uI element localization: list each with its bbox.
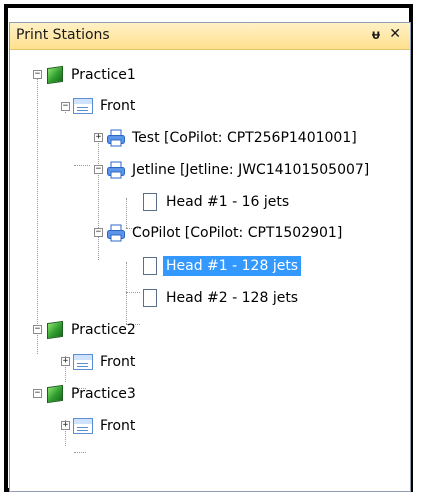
node-label: Front	[100, 418, 136, 434]
node-label: Practice1	[71, 67, 136, 83]
tree-line	[74, 452, 86, 453]
front-icon	[73, 418, 93, 434]
collapse-toggle[interactable]: −	[61, 102, 70, 111]
tree-line	[126, 292, 140, 293]
tree-node-copilot-head-2[interactable]: Head #2 - 128 jets	[140, 287, 301, 309]
node-label-selected: Head #1 - 128 jets	[163, 256, 302, 276]
printer-icon	[107, 129, 125, 147]
node-label: Practice3	[71, 386, 136, 402]
station-icon	[47, 384, 63, 404]
node-label: CoPilot [CoPilot: CPT1502901]	[132, 225, 343, 241]
collapse-toggle[interactable]: −	[33, 70, 42, 79]
printer-icon	[107, 224, 125, 242]
tree-node-front-1[interactable]: Front	[73, 95, 138, 117]
node-label: Front	[100, 98, 136, 114]
head-icon	[143, 193, 157, 211]
collapse-toggle[interactable]: −	[33, 389, 42, 398]
collapse-toggle[interactable]: −	[94, 165, 103, 174]
expand-toggle[interactable]: +	[94, 133, 103, 142]
collapse-toggle[interactable]: −	[94, 228, 103, 237]
node-label: Jetline [Jetline: JWC14101505007]	[132, 162, 370, 178]
tree-node-copilot[interactable]: CoPilot [CoPilot: CPT1502901]	[106, 222, 345, 244]
tree-line	[98, 134, 99, 260]
printer-icon	[107, 161, 125, 179]
node-label: Head #1 - 16 jets	[166, 194, 290, 210]
collapse-toggle[interactable]: −	[33, 325, 42, 334]
close-icon[interactable]: ✕	[389, 26, 401, 42]
tree-node-front-3[interactable]: Front	[73, 415, 138, 437]
station-icon	[47, 65, 63, 85]
tree-line	[74, 165, 90, 166]
tree-line	[126, 262, 127, 324]
tree-node-front-2[interactable]: Front	[73, 351, 138, 373]
print-stations-panel: Print Stations ᵾ ✕ − Practice1 − Front +…	[9, 22, 411, 492]
expand-toggle[interactable]: +	[61, 357, 70, 366]
tree-node-jetline-head-1[interactable]: Head #1 - 16 jets	[140, 191, 292, 213]
print-stations-tree: − Practice1 − Front + Test [CoPilot: CPT…	[10, 50, 410, 491]
expand-toggle[interactable]: +	[61, 421, 70, 430]
station-icon	[47, 320, 63, 340]
tree-node-test[interactable]: Test [CoPilot: CPT256P1401001]	[106, 127, 360, 149]
panel-title: Print Stations	[16, 27, 110, 43]
node-label: Practice2	[71, 322, 136, 338]
head-icon	[143, 257, 157, 275]
node-label: Test [CoPilot: CPT256P1401001]	[132, 130, 357, 146]
front-icon	[73, 354, 93, 370]
node-label: Front	[100, 354, 136, 370]
tree-node-copilot-head-1[interactable]: Head #1 - 128 jets	[140, 255, 302, 277]
pin-icon[interactable]: ᵾ	[372, 26, 380, 43]
tree-node-jetline[interactable]: Jetline [Jetline: JWC14101505007]	[106, 159, 372, 181]
front-icon	[73, 98, 93, 114]
tree-node-practice2[interactable]: Practice2	[45, 319, 139, 341]
tree-node-practice1[interactable]: Practice1	[45, 64, 139, 86]
tree-line	[37, 72, 38, 354]
node-label: Head #2 - 128 jets	[166, 290, 299, 306]
panel-titlebar: Print Stations ᵾ ✕	[10, 23, 410, 50]
tree-node-practice3[interactable]: Practice3	[45, 383, 139, 405]
head-icon	[143, 289, 157, 307]
